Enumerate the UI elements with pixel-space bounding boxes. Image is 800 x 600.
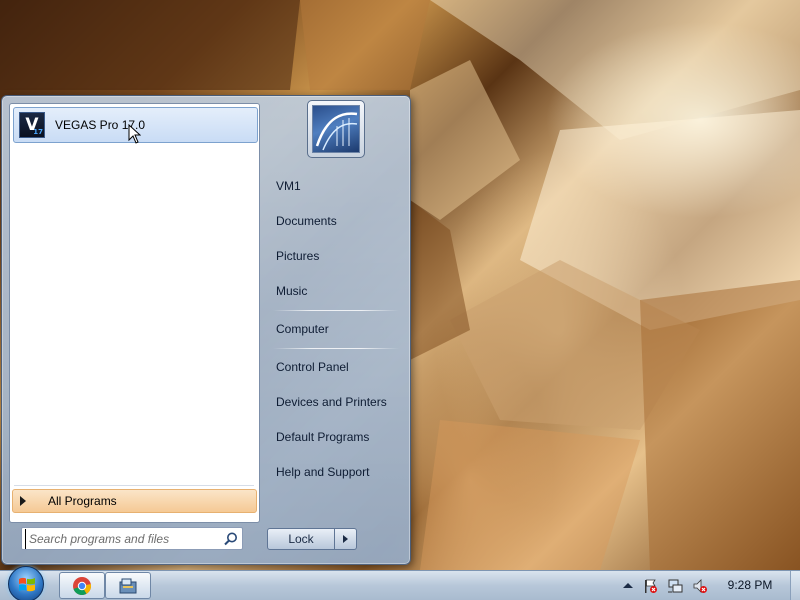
menu-item-computer[interactable]: Computer xyxy=(268,314,406,344)
menu-item-documents[interactable]: Documents xyxy=(268,206,406,236)
menu-item-help-and-support[interactable]: Help and Support xyxy=(268,457,406,487)
start-button[interactable] xyxy=(8,566,44,600)
vegas-pro-icon: V 17 xyxy=(19,112,45,138)
menu-item-devices-and-printers[interactable]: Devices and Printers xyxy=(268,387,406,417)
expand-arrow-icon xyxy=(20,496,26,506)
taskbar-file-manager-button[interactable] xyxy=(105,572,151,599)
user-picture[interactable] xyxy=(307,100,365,158)
programs-divider xyxy=(14,485,254,486)
chrome-icon xyxy=(73,576,92,595)
taskbar-clock[interactable]: 9:28 PM xyxy=(712,570,788,600)
user-picture-icon xyxy=(312,105,360,153)
chevron-right-icon xyxy=(343,535,348,543)
show-hidden-icons-icon[interactable] xyxy=(620,578,636,594)
show-desktop-button[interactable] xyxy=(790,571,800,600)
search-input[interactable] xyxy=(25,528,220,549)
network-icon[interactable] xyxy=(667,578,683,594)
shutdown-options-button[interactable] xyxy=(335,528,357,550)
all-programs-label: All Programs xyxy=(48,494,117,508)
menu-item-pictures[interactable]: Pictures xyxy=(268,241,406,271)
taskbar-chrome-button[interactable] xyxy=(59,572,105,599)
search-box xyxy=(21,527,243,550)
mouse-cursor-icon xyxy=(128,124,141,144)
menu-item-vm1[interactable]: VM1 xyxy=(268,171,406,201)
windows-logo-icon xyxy=(19,577,35,592)
menu-item-default-programs[interactable]: Default Programs xyxy=(268,422,406,452)
menu-item-control-panel[interactable]: Control Panel xyxy=(268,352,406,382)
programs-pane: V 17 VEGAS Pro 17.0 xyxy=(9,103,260,523)
menu-separator xyxy=(273,310,399,311)
search-icon[interactable] xyxy=(223,531,239,547)
file-manager-icon xyxy=(119,578,137,593)
menu-separator xyxy=(273,348,399,349)
volume-muted-icon[interactable] xyxy=(692,578,708,594)
action-center-icon[interactable] xyxy=(642,578,658,594)
vegas-icon-version: 17 xyxy=(33,128,43,136)
lock-button[interactable]: Lock xyxy=(267,528,335,550)
menu-item-music[interactable]: Music xyxy=(268,276,406,306)
all-programs-button[interactable]: All Programs xyxy=(12,489,257,513)
